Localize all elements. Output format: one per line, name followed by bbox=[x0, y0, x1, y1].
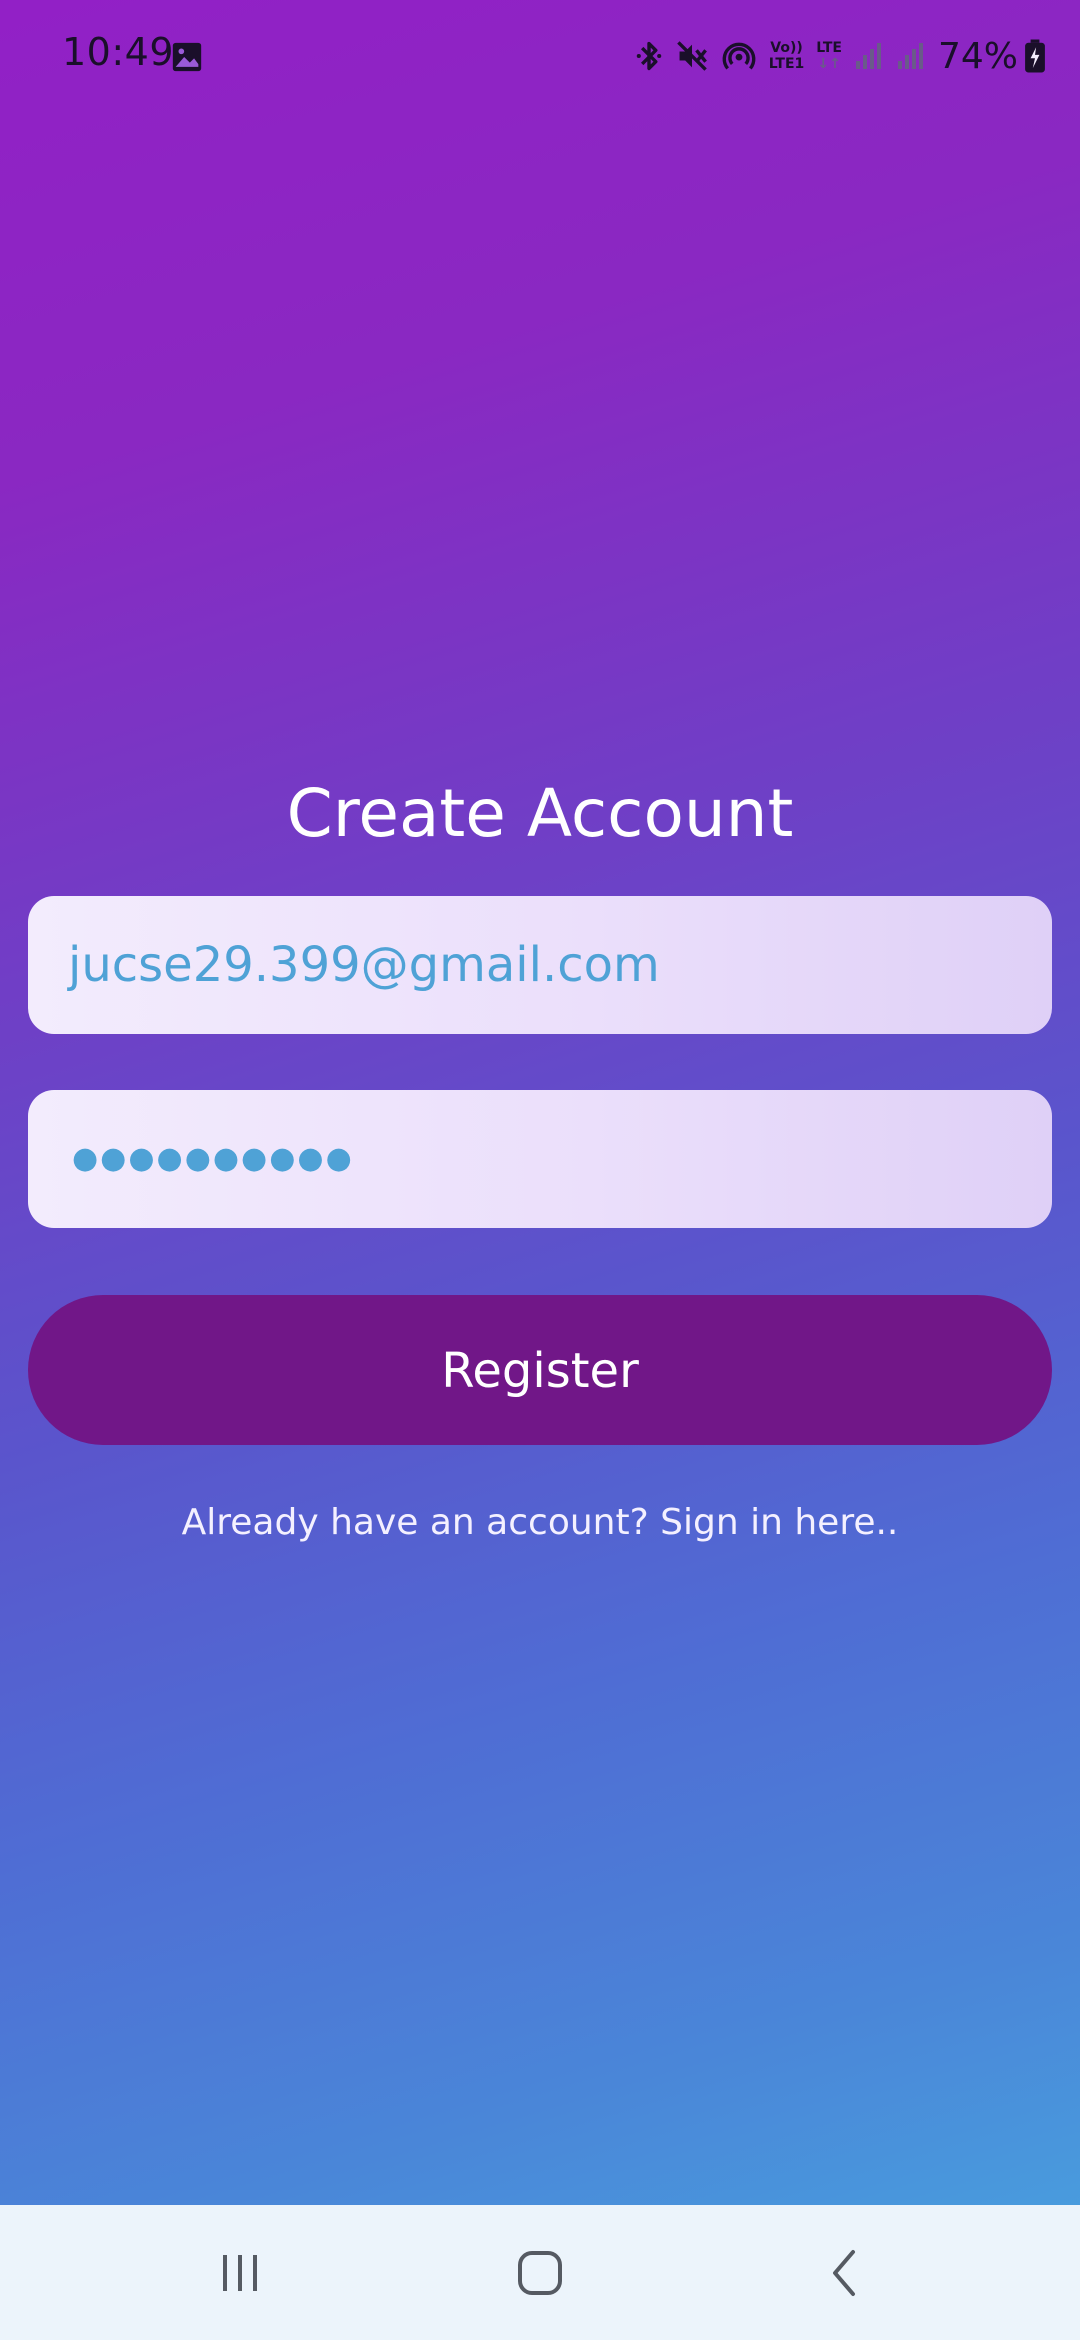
email-value[interactable]: jucse29.399@gmail.com bbox=[68, 896, 660, 1034]
register-button[interactable]: Register bbox=[28, 1295, 1052, 1445]
status-bar: 10:49 Vo)) LTE1 LTE ↓↑ 74% bbox=[0, 0, 1080, 115]
battery-percent: 74% bbox=[937, 35, 1018, 77]
hotspot-icon bbox=[722, 42, 756, 70]
signal-icon bbox=[897, 43, 923, 69]
sign-in-link[interactable]: Already have an account? Sign in here.. bbox=[0, 1502, 1080, 1543]
navigation-bar bbox=[0, 2205, 1080, 2340]
recents-icon bbox=[223, 2254, 257, 2291]
lte-label: LTE bbox=[816, 40, 842, 56]
signal-icon bbox=[855, 43, 881, 69]
recents-button[interactable] bbox=[160, 2205, 320, 2340]
password-field[interactable]: ●●●●●●●●●● bbox=[28, 1090, 1052, 1228]
lte-indicator: LTE ↓↑ bbox=[816, 40, 842, 72]
status-icons: Vo)) LTE1 LTE ↓↑ 74% bbox=[623, 30, 1046, 82]
image-icon bbox=[172, 42, 202, 72]
volte-bottom-label: LTE1 bbox=[768, 56, 805, 72]
back-button[interactable] bbox=[765, 2205, 925, 2340]
status-time: 10:49 bbox=[62, 30, 175, 74]
mute-icon bbox=[676, 41, 707, 71]
back-icon bbox=[833, 2249, 855, 2296]
home-icon bbox=[518, 2250, 562, 2295]
create-account-screen: 10:49 Vo)) LTE1 LTE ↓↑ 74% Create Accoun… bbox=[0, 0, 1080, 2340]
email-field[interactable]: jucse29.399@gmail.com bbox=[28, 896, 1052, 1034]
home-button[interactable] bbox=[460, 2205, 620, 2340]
volte-top-label: Vo)) bbox=[770, 40, 803, 56]
data-arrows-icon: ↓↑ bbox=[817, 56, 841, 72]
bluetooth-icon bbox=[636, 41, 662, 71]
password-value[interactable]: ●●●●●●●●●● bbox=[72, 1090, 354, 1228]
page-title: Create Account bbox=[286, 775, 794, 852]
volte-indicator: Vo)) LTE1 bbox=[769, 40, 804, 72]
battery-charging-icon bbox=[1025, 39, 1045, 73]
